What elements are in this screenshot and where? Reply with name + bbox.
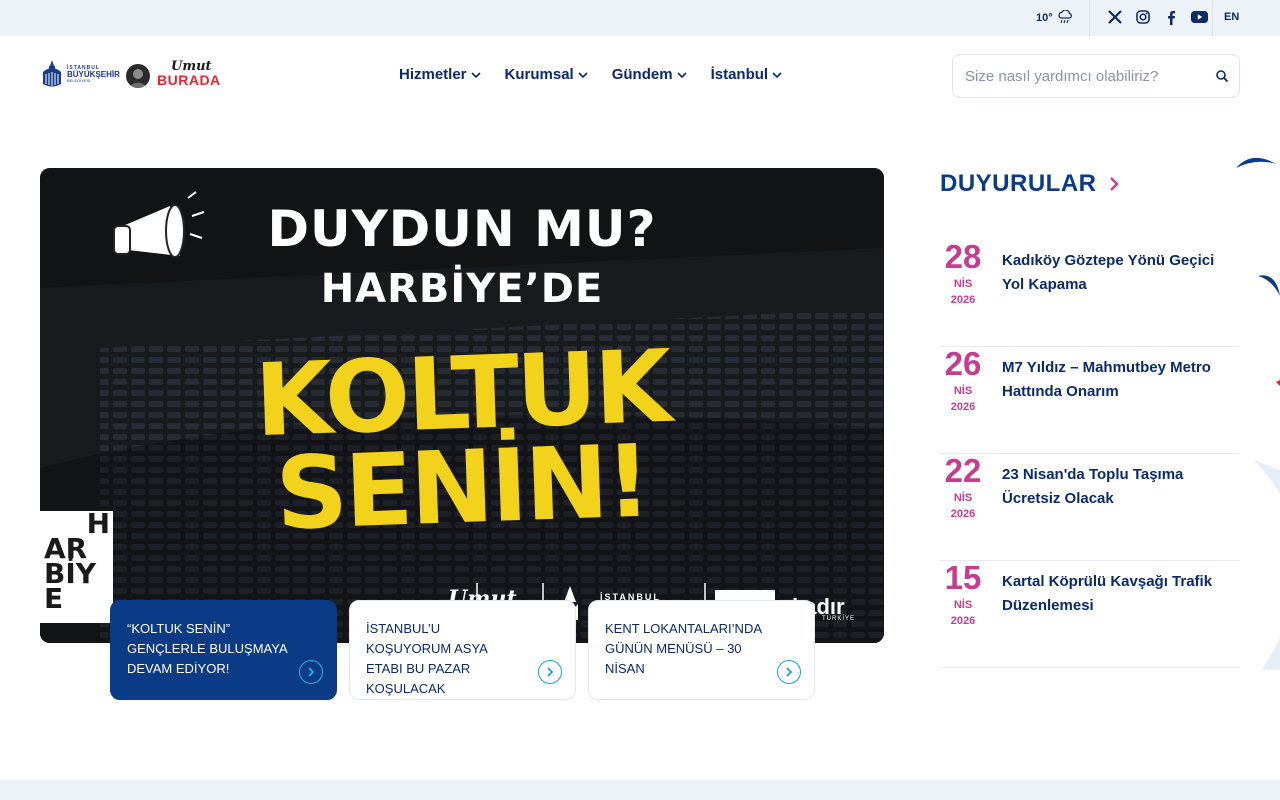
youtube-icon[interactable] (1190, 9, 1208, 25)
announcements-heading[interactable]: DUYURULAR (940, 170, 1119, 198)
announcement-day: 28 (944, 238, 982, 275)
hero-slider-image[interactable]: DUYDUN MU? HARBİYE’DE KOLTUK SENİN! H AR… (40, 168, 884, 643)
footer-partner-subtitle: TÜRKİYE (822, 616, 856, 622)
announcement-month: NİS (953, 599, 973, 611)
nav-label: İstanbul (710, 66, 769, 83)
announcement-item[interactable]: 15 NİS 2026 Kartal Köprülü Kavşağı Trafi… (940, 561, 1240, 668)
announcement-title: Kartal Köprülü Kavşağı Trafik Düzenlemes… (1002, 573, 1213, 614)
nav-item-gundem[interactable]: Gündem (612, 66, 687, 83)
divider (1089, 0, 1090, 36)
announcement-day: 26 (944, 345, 982, 382)
announcements-title: DUYURULAR (940, 170, 1097, 197)
chevron-right-icon[interactable] (538, 660, 562, 684)
language-switch[interactable]: EN (1224, 11, 1239, 23)
slide-card-title: KENT LOKANTALARI’NDA GÜNÜN MENÜSÜ – 30 N… (605, 621, 762, 676)
chevron-down-icon (676, 71, 687, 78)
nav-item-hizmetler[interactable]: Hizmetler (399, 66, 481, 83)
harbiye-badge: H AR BİY E (44, 510, 116, 613)
facebook-icon[interactable] (1162, 9, 1180, 25)
announcement-title: 23 Nisan'da Toplu Taşıma Ücretsiz Olacak (1002, 466, 1184, 507)
nav-item-kurumsal[interactable]: Kurumsal (505, 66, 588, 83)
nav-label: Kurumsal (504, 66, 574, 83)
search-box (952, 54, 1240, 98)
announcement-item[interactable]: 26 NİS 2026 M7 Yıldız – Mahmutbey Metro … (940, 347, 1240, 454)
announcement-year: 2026 (950, 615, 976, 627)
chevron-right-icon (1109, 177, 1119, 191)
divider (1212, 0, 1213, 36)
announcement-month: NİS (953, 492, 973, 504)
rain-cloud-icon (1057, 8, 1073, 27)
avatar (126, 64, 150, 88)
decorative-shapes (1236, 157, 1280, 670)
umut-burada-logo[interactable]: Umut BURADA (157, 60, 221, 87)
announcement-item[interactable]: 28 NİS 2026 Kadıköy Göztepe Yönü Geçici … (940, 240, 1240, 347)
slide-card-title: İSTANBUL’U KOŞUYORUM ASYA ETABI BU PAZAR… (366, 621, 488, 696)
site-header: İSTANBUL BÜYÜKŞEHİR BELEDİYESİ Umut BURA… (0, 36, 1280, 116)
utility-bar: 10° EN (0, 0, 1280, 36)
chevron-right-icon[interactable] (299, 660, 323, 684)
announcement-month: NİS (953, 385, 973, 397)
nav-label: Gündem (611, 66, 673, 83)
chevron-down-icon (772, 71, 782, 78)
temperature: 10° (1036, 12, 1053, 24)
announcement-day: 22 (944, 452, 982, 489)
announcement-day: 15 (944, 559, 982, 596)
announcement-item[interactable]: 22 NİS 2026 23 Nisan'da Toplu Taşıma Ücr… (940, 454, 1240, 561)
logo-line-3: BELEDİYESİ (67, 77, 91, 83)
announcement-year: 2026 (950, 508, 976, 520)
nav-label: Hizmetler (399, 66, 467, 83)
social-links (1106, 9, 1208, 25)
instagram-icon[interactable] (1134, 9, 1152, 25)
announcement-title: M7 Yıldız – Mahmutbey Metro Hattında Ona… (1002, 359, 1211, 400)
announcement-year: 2026 (950, 294, 976, 306)
slide-card-title: “KOLTUK SENİN” GENÇLERLE BULUŞMAYA DEVAM… (127, 621, 287, 676)
ibb-logo[interactable]: İSTANBUL BÜYÜKŞEHİR BELEDİYESİ (40, 58, 120, 90)
burada-text: BURADA (157, 72, 221, 88)
hero-line-2: HARBİYE’DE (320, 266, 604, 312)
chevron-down-icon (578, 71, 588, 78)
slide-card-1[interactable]: “KOLTUK SENİN” GENÇLERLE BULUŞMAYA DEVAM… (110, 600, 337, 700)
search-input[interactable] (965, 65, 1205, 87)
hero-line-1: DUYDUN MU? (267, 200, 657, 258)
chevron-down-icon (470, 71, 481, 78)
weather-widget: 10° (1036, 8, 1073, 27)
announcement-year: 2026 (950, 401, 976, 413)
nav-item-istanbul[interactable]: İstanbul (711, 66, 783, 83)
chevron-right-icon[interactable] (777, 660, 801, 684)
search-icon[interactable] (1215, 69, 1229, 83)
ibb-emblem-icon (43, 60, 61, 87)
announcement-title: Kadıköy Göztepe Yönü Geçici Yol Kapama (1002, 252, 1215, 293)
announcement-month: NİS (953, 278, 973, 290)
main-nav: Hizmetler Kurumsal Gündem İstanbul (399, 66, 782, 83)
slide-card-2[interactable]: İSTANBUL’U KOŞUYORUM ASYA ETABI BU PAZAR… (349, 600, 576, 700)
x-icon[interactable] (1106, 9, 1124, 25)
slide-card-3[interactable]: KENT LOKANTALARI’NDA GÜNÜN MENÜSÜ – 30 N… (588, 600, 815, 700)
footer-strip (0, 780, 1280, 800)
